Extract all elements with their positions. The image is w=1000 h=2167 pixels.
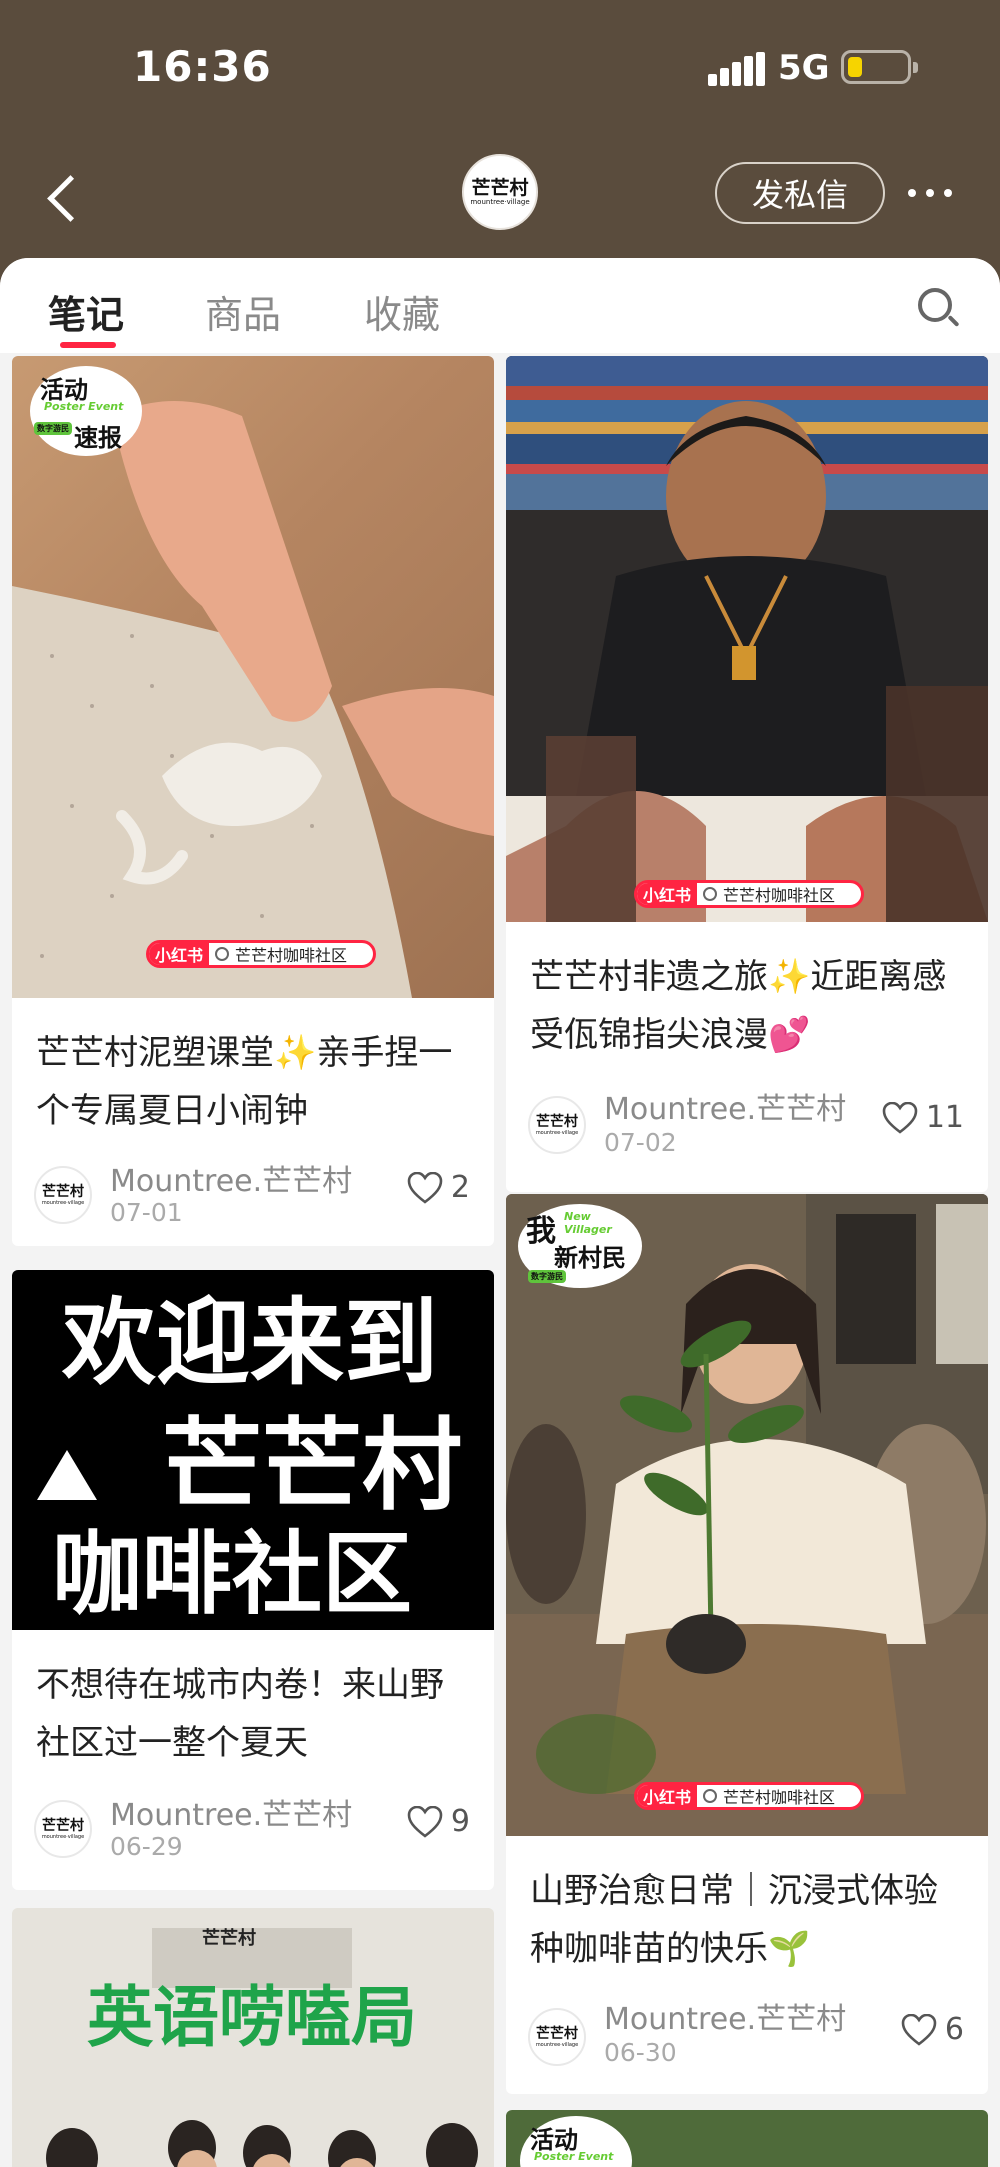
top-nav: 芒芒村 mountree·village 发私信 [0,140,1000,260]
note-title: 不想待在城市内卷！来山野社区过一整个夏天 [36,1665,444,1763]
content-sheet: 笔记 商品 收藏 活动 Poster Event 数字游民 速报 小红书 芒芒村… [0,258,1000,2167]
poster-line-2: 芒芒村 [162,1407,462,1524]
poster-line-1: 欢迎来到 [61,1289,438,1398]
author-name[interactable]: Mountree.芒芒村 [110,1156,352,1200]
like-count: 11 [925,1100,964,1135]
more-dots-icon[interactable] [908,185,958,201]
poster-line-3: 咖啡社区 [52,1522,412,1627]
note-cover-image: 活动 Poster Event [506,2110,988,2167]
note-title: 芒芒村非遗之旅✨近距离感受佤锦指尖浪漫💕 [530,957,947,1055]
tab-products[interactable]: 商品 [205,284,281,339]
note-card[interactable]: 芒芒村 英语唠嗑局 [12,1908,494,2167]
note-card[interactable]: 欢迎来到 芒芒村 咖啡社区 不想待在城市内卷！来山野社区过一整个夏天 芒芒村 m… [12,1270,494,1890]
new-villager-sticker: 我 New Villager 新村民 数字游民 [518,1204,642,1288]
note-title: 山野治愈日常｜沉浸式体验种咖啡苗的快乐🌱 [530,1871,938,1969]
author-avatar[interactable]: 芒芒村 mountree·village [34,1166,92,1224]
note-date: 06-29 [110,1832,183,1861]
tab-favorites[interactable]: 收藏 [364,284,440,339]
author-avatar[interactable]: 芒芒村 mountree·village [528,2008,586,2066]
avatar-logo-subtext: mountree·village [470,198,530,206]
event-sticker-tag: 数字游民 [34,422,72,435]
watermark-search-text: 芒芒村咖啡社区 [235,946,348,965]
heart-icon [882,1101,918,1134]
like-count: 2 [450,1170,470,1205]
author-avatar[interactable]: 芒芒村 mountree·village [34,1800,92,1858]
watermark-search-text: 芒芒村咖啡社区 [723,886,836,905]
author-avatar-logo: 芒芒村 [536,2025,578,2042]
author-avatar[interactable]: 芒芒村 mountree·village [528,1096,586,1154]
note-title: 芒芒村泥塑课堂✨亲手捏一个专属夏日小闹钟 [36,1033,453,1131]
active-tab-indicator [60,342,116,348]
watermark-brand: 小红书 [637,1785,698,1807]
status-time: 16:36 [133,42,272,91]
note-cover-image: 我 New Villager 新村民 数字游民 小红书 芒芒村咖啡社区 [506,1194,988,1836]
author-avatar-logo: 芒芒村 [536,1113,578,1130]
send-message-button[interactable]: 发私信 [715,162,885,224]
watermark-brand: 小红书 [637,883,698,905]
author-avatar-logo-sub: mountree·village [41,1833,85,1840]
avatar-logo-text: 芒芒村 [471,177,529,199]
signal-icon [708,52,765,86]
event-sticker-sub: 速报 [74,424,122,452]
note-card[interactable]: 我 New Villager 新村民 数字游民 小红书 芒芒村咖啡社区 山野治愈… [506,1194,988,2094]
author-avatar-logo-sub: mountree·village [41,1199,85,1206]
english-chat-illustration: 芒芒村 英语唠嗑局 [12,1908,494,2167]
watermark-search-icon [215,947,230,961]
heart-icon [901,2013,937,2046]
heart-icon [407,1171,443,1204]
network-type: 5G [778,48,830,88]
new-villager-sub: 新村民 [554,1244,626,1272]
note-cover-image: 芒芒村 英语唠嗑局 [12,1908,494,2167]
note-cover-image: 欢迎来到 芒芒村 咖啡社区 [12,1270,494,1630]
new-villager-en: New Villager [564,1210,612,1236]
event-sticker: 活动 Poster Event [520,2116,632,2167]
author-avatar-logo: 芒芒村 [42,1817,84,1834]
watermark-badge: 小红书 芒芒村咖啡社区 [146,940,376,968]
weaving-photo-illustration [506,356,988,922]
event-sticker-en: Poster Event [534,2150,614,2163]
event-sticker-en: Poster Event [44,400,124,413]
like-button[interactable]: 9 [407,1804,470,1839]
author-name[interactable]: Mountree.芒芒村 [604,1084,846,1128]
back-arrow-icon[interactable] [38,168,88,228]
author-avatar-logo-sub: mountree·village [535,1129,579,1136]
note-card[interactable]: 活动 Poster Event [506,2110,988,2167]
welcome-poster: 欢迎来到 芒芒村 咖啡社区 [37,1289,462,1627]
note-card[interactable]: 小红书 芒芒村咖啡社区 芒芒村非遗之旅✨近距离感受佤锦指尖浪漫💕 芒芒村 mou… [506,356,988,1192]
like-button[interactable]: 2 [407,1170,470,1205]
like-button[interactable]: 6 [901,2012,964,2047]
like-count: 6 [944,2012,964,2047]
note-cover-image: 活动 Poster Event 数字游民 速报 小红书 芒芒村咖啡社区 [12,356,494,998]
watermark-search-text: 芒芒村咖啡社区 [723,1788,836,1807]
author-name[interactable]: Mountree.芒芒村 [604,1994,846,2038]
new-villager-title: 我 [526,1214,556,1249]
like-button[interactable]: 11 [882,1100,964,1135]
watermark-brand: 小红书 [149,943,210,965]
sign-text: 芒芒村 [202,1927,256,1949]
watermark-badge: 小红书 芒芒村咖啡社区 [634,1782,864,1810]
author-avatar-logo: 芒芒村 [42,1183,84,1200]
seedling-photo-illustration [506,1194,988,1836]
english-chat-headline: 英语唠嗑局 [87,1979,417,2056]
note-date: 07-02 [604,1128,677,1157]
search-icon[interactable] [918,288,960,330]
note-date: 06-30 [604,2038,677,2067]
like-count: 9 [450,1804,470,1839]
profile-avatar[interactable]: 芒芒村 mountree·village [462,154,538,230]
note-cover-image: 小红书 芒芒村咖啡社区 [506,356,988,922]
author-name[interactable]: Mountree.芒芒村 [110,1790,352,1834]
status-bar: 16:36 5G [0,0,1000,140]
note-date: 07-01 [110,1198,183,1227]
heart-icon [407,1805,443,1838]
note-card[interactable]: 活动 Poster Event 数字游民 速报 小红书 芒芒村咖啡社区 芒芒村泥… [12,356,494,1246]
author-avatar-logo-sub: mountree·village [535,2041,579,2048]
tab-notes[interactable]: 笔记 [48,284,124,339]
tab-bar: 笔记 商品 收藏 [0,258,1000,353]
watermark-search-icon [703,887,718,901]
new-villager-tag: 数字游民 [528,1270,566,1283]
watermark-search-icon [703,1789,718,1803]
event-sticker: 活动 Poster Event 数字游民 速报 [30,366,142,456]
watermark-badge: 小红书 芒芒村咖啡社区 [634,880,864,908]
battery-icon [841,50,918,84]
